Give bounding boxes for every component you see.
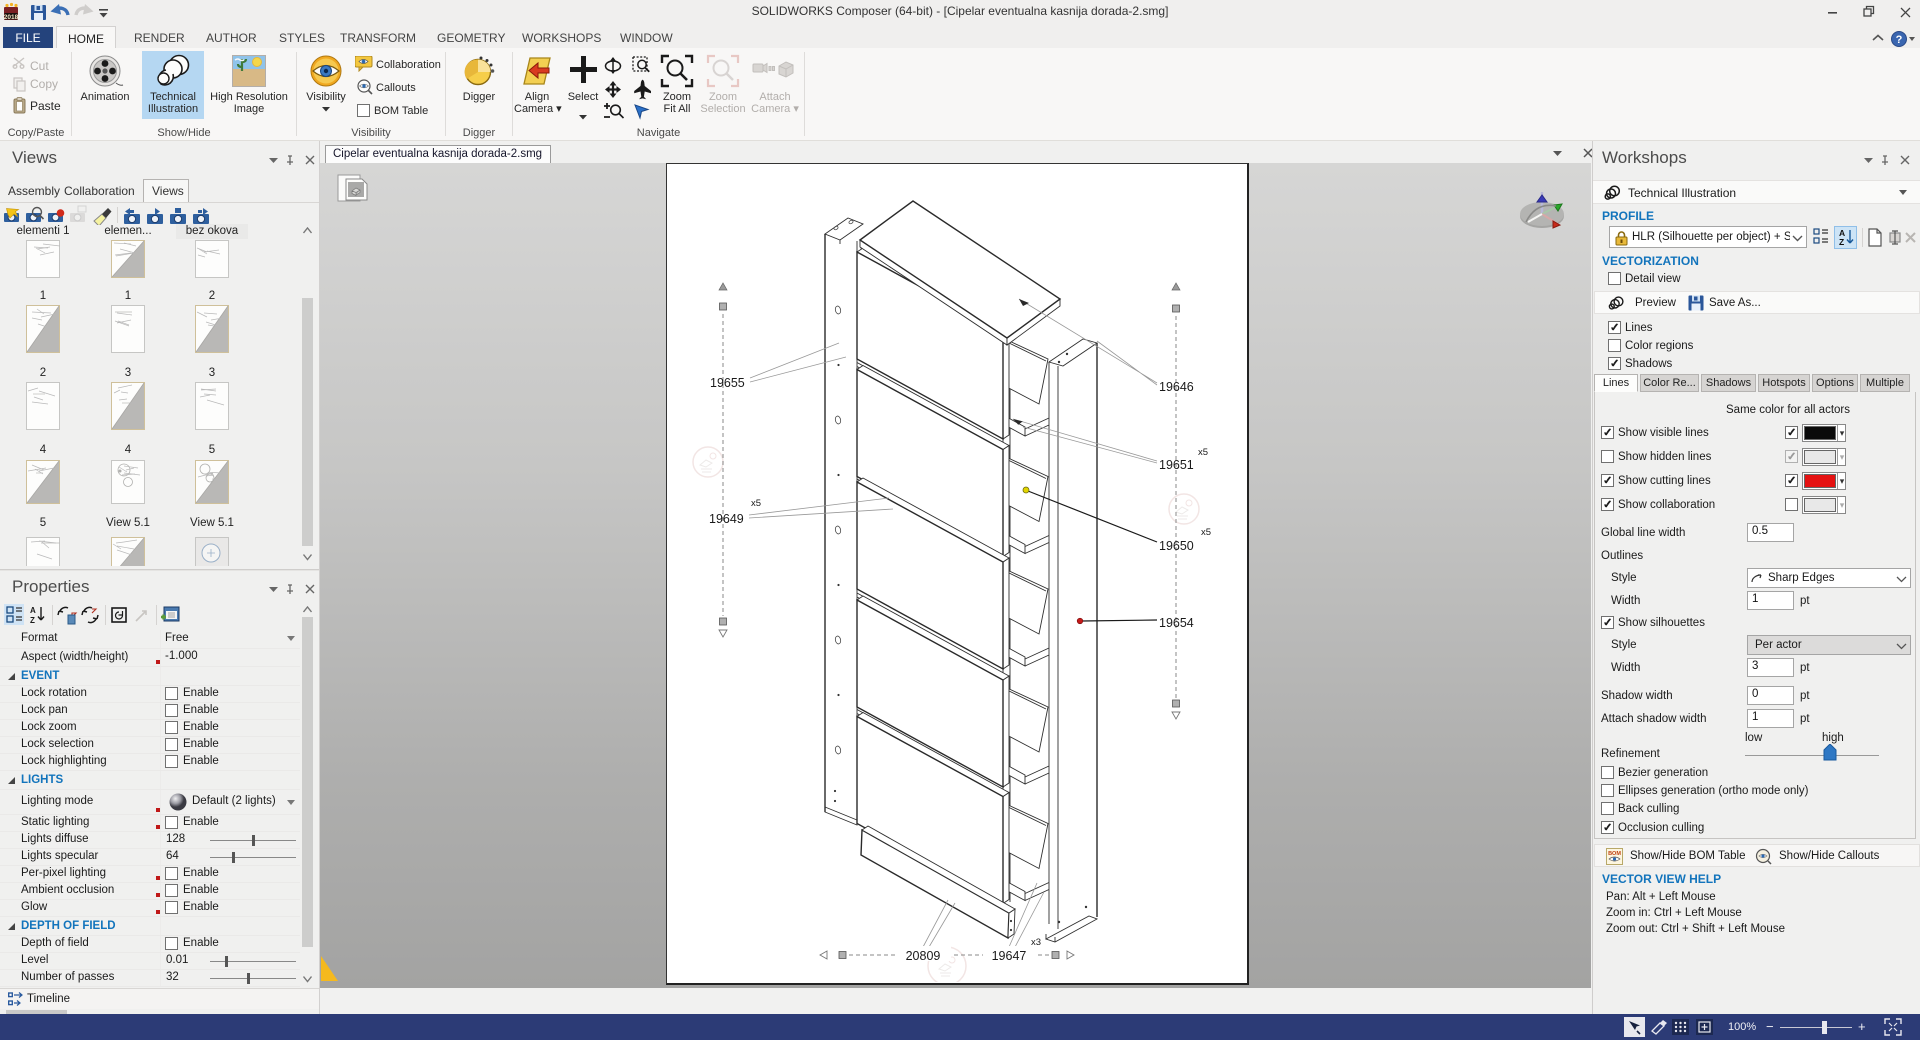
svg-text:x3: x3 [1031,937,1041,948]
svg-text:19646: 19646 [1159,380,1194,394]
svg-text:19651: 19651 [1159,458,1194,472]
svg-text:?: ? [1896,34,1903,46]
svg-text:20809: 20809 [906,949,941,963]
svg-text:BOM: BOM [1608,851,1621,857]
svg-text:19654: 19654 [1159,616,1194,630]
svg-text:19650: 19650 [1159,539,1194,553]
svg-text:x5: x5 [751,498,761,509]
svg-text:19655: 19655 [710,376,745,390]
svg-text:Cut: Cut [30,59,49,73]
svg-text:Paste: Paste [30,99,61,113]
svg-text:19649: 19649 [709,512,744,526]
svg-text:A: A [30,606,36,615]
svg-text:x5: x5 [1198,447,1208,458]
svg-text:Z: Z [30,616,35,625]
svg-text:x5: x5 [1201,527,1211,538]
svg-text:19647: 19647 [992,949,1027,963]
svg-text:2018: 2018 [4,14,19,21]
svg-text:Z: Z [1839,237,1844,247]
svg-text:Copy: Copy [30,77,58,91]
